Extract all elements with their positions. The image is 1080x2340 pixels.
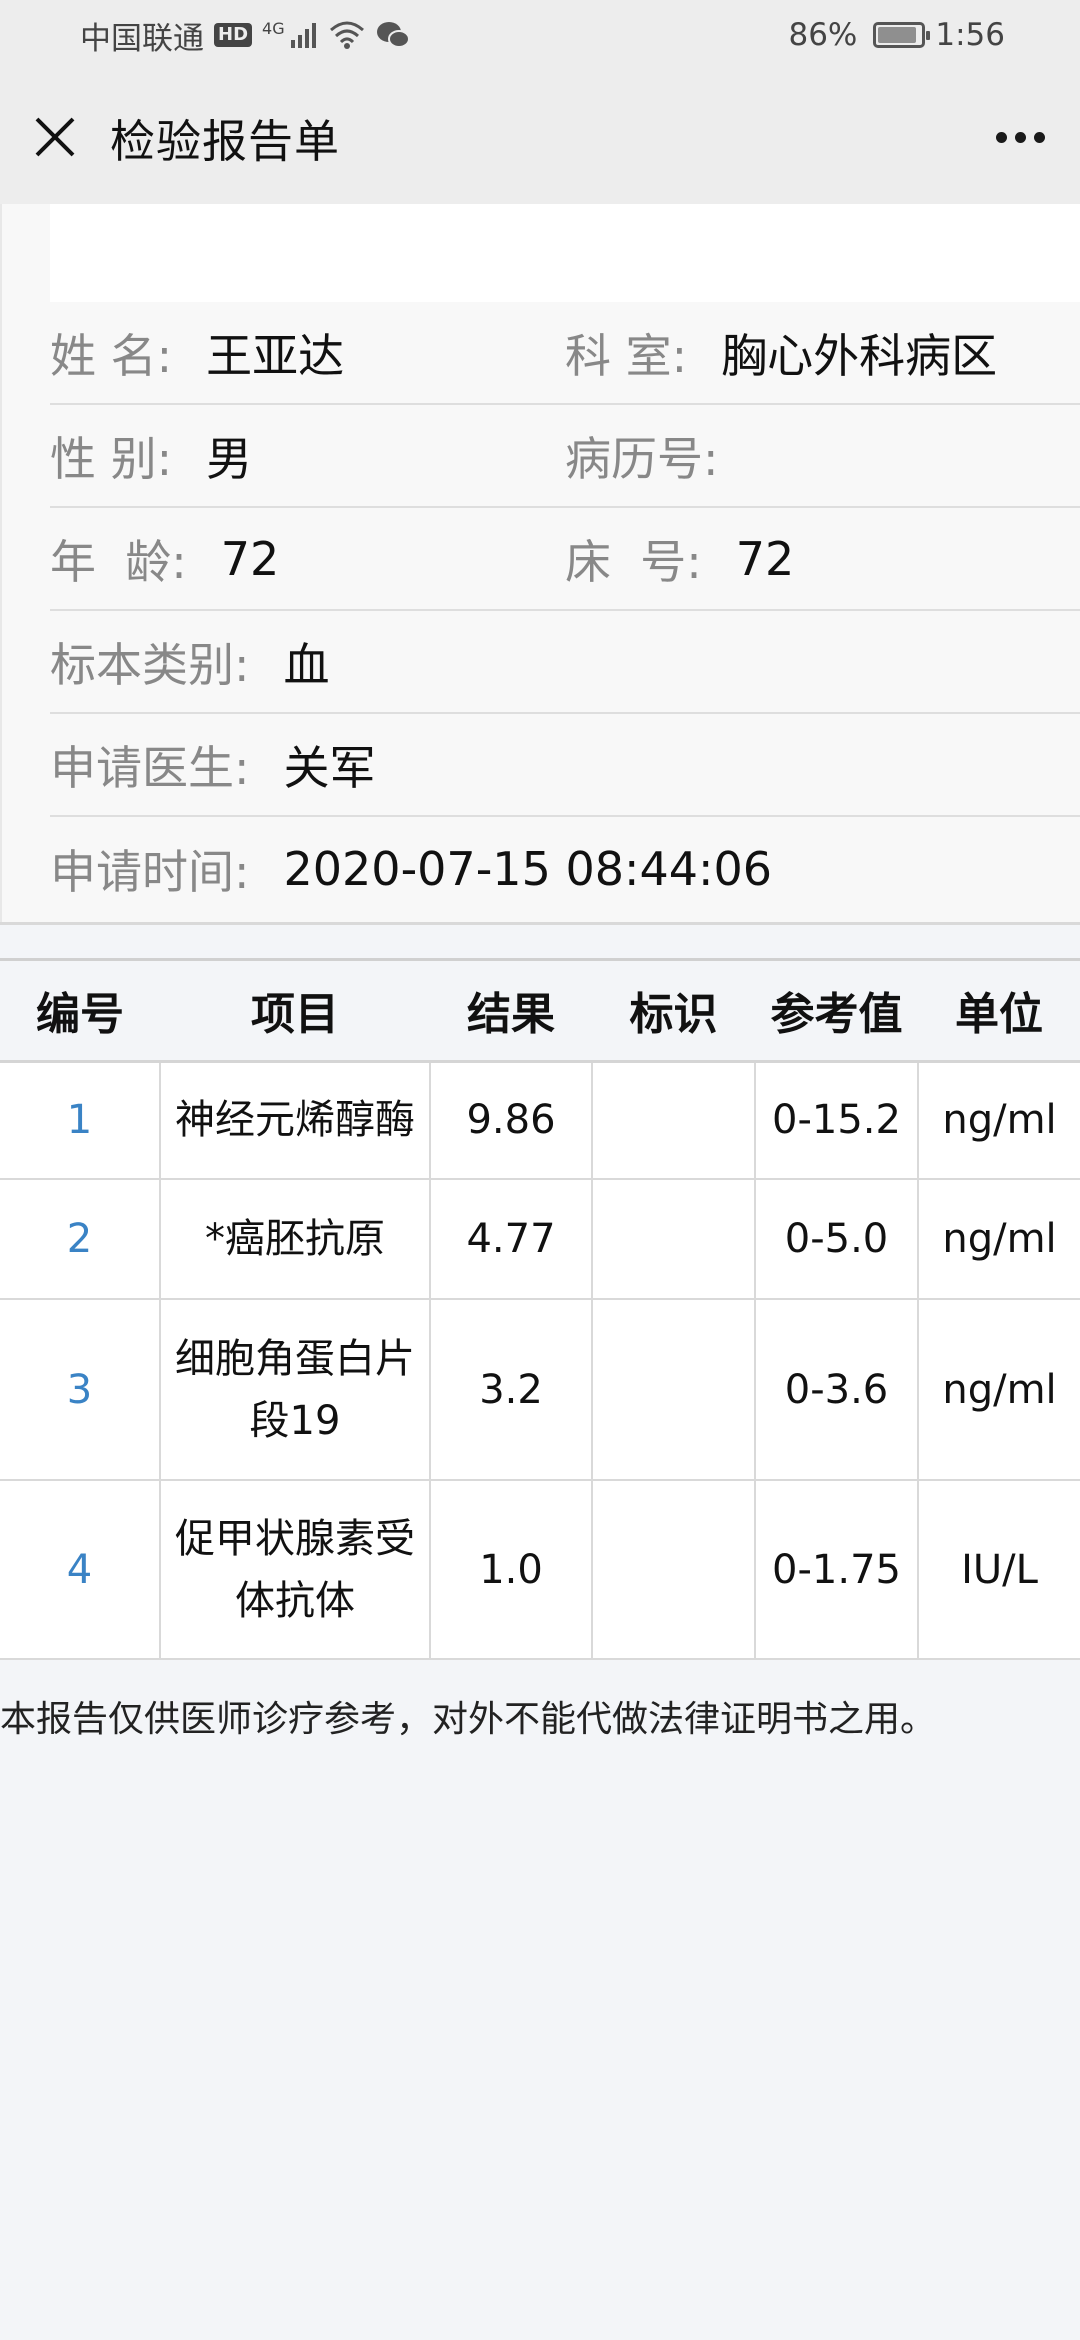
age-value: 72 xyxy=(220,531,280,586)
bed-value: 72 xyxy=(735,531,795,586)
row-result: 9.86 xyxy=(429,1061,593,1180)
info-row-age: 年 龄: 72 床 号: 72 xyxy=(50,508,1080,611)
table-row: 4 促甲状腺素受体抗体 1.0 0-1.75 IU/L xyxy=(0,1480,1080,1660)
more-dots-icon xyxy=(995,131,1007,143)
sex-label: 性 别: xyxy=(50,431,173,486)
header-ref: 参考值 xyxy=(755,961,918,1063)
time-label: 申请时间: xyxy=(50,844,250,899)
row-unit: ng/ml xyxy=(917,1061,1080,1180)
row-flag xyxy=(591,1480,756,1660)
info-row-sex: 性 别: 男 病历号: xyxy=(50,405,1080,508)
carrier-name: 中国联通 xyxy=(80,20,204,57)
name-label: 姓 名: xyxy=(50,328,173,383)
info-row-sample: 标本类别: 血 xyxy=(50,611,1080,714)
row-flag xyxy=(591,1299,756,1481)
row-item: 神经元烯醇酶 xyxy=(159,1061,431,1180)
row-ref: 0-5.0 xyxy=(754,1179,919,1300)
divider xyxy=(0,922,1080,925)
wifi-icon xyxy=(329,21,364,49)
status-bar: 中国联通 HD 4G 86% 1:56 xyxy=(0,0,1080,70)
row-number: 2 xyxy=(0,1179,161,1300)
row-item: 细胞角蛋白片段19 xyxy=(159,1299,431,1481)
info-row-name: 姓 名: 王亚达 科 室: 胸心外科病区 xyxy=(50,302,1080,405)
row-ref: 0-3.6 xyxy=(754,1299,919,1481)
battery-icon xyxy=(873,22,931,48)
close-button[interactable] xyxy=(0,70,110,204)
row-number: 4 xyxy=(0,1480,161,1660)
results-table: 编号 项目 结果 标识 参考值 单位 1 神经元烯醇酶 9.86 0-15.2 … xyxy=(0,961,1080,1660)
hd-badge: HD xyxy=(214,23,253,47)
info-row-time: 申请时间: 2020-07-15 08:44:06 xyxy=(50,817,1080,920)
row-unit: ng/ml xyxy=(917,1179,1080,1300)
header-flag: 标识 xyxy=(592,961,755,1063)
patient-info-panel: 姓 名: 王亚达 科 室: 胸心外科病区 性 别: 男 病历号: 年 龄: 72… xyxy=(0,204,1080,924)
row-number: 1 xyxy=(0,1061,161,1180)
row-result: 4.77 xyxy=(429,1179,593,1300)
row-ref: 0-1.75 xyxy=(754,1480,919,1660)
info-row-doctor: 申请医生: 关军 xyxy=(50,714,1080,817)
header-item: 项目 xyxy=(160,961,430,1063)
clock: 1:56 xyxy=(935,17,1005,53)
record-label: 病历号: xyxy=(565,431,719,486)
row-number: 3 xyxy=(0,1299,161,1481)
disclaimer-text: 本报告仅供医师诊疗参考，对外不能代做法律证明书之用。 xyxy=(0,1699,937,1740)
dept-value: 胸心外科病区 xyxy=(721,328,998,383)
row-result: 1.0 xyxy=(429,1480,593,1660)
network-type: 4G xyxy=(262,18,285,38)
row-flag xyxy=(591,1061,756,1180)
age-label: 年 龄: xyxy=(50,534,187,589)
sample-label: 标本类别: xyxy=(50,637,250,692)
row-result: 3.2 xyxy=(429,1299,593,1481)
row-item: *癌胚抗原 xyxy=(159,1179,431,1300)
doctor-label: 申请医生: xyxy=(50,740,250,795)
nav-bar: 检验报告单 xyxy=(0,70,1080,204)
row-item: 促甲状腺素受体抗体 xyxy=(159,1480,431,1660)
table-row: 2 *癌胚抗原 4.77 0-5.0 ng/ml xyxy=(0,1179,1080,1300)
row-ref: 0-15.2 xyxy=(754,1061,919,1180)
close-icon xyxy=(35,117,75,157)
header-result: 结果 xyxy=(430,961,592,1063)
wechat-icon xyxy=(376,22,410,48)
time-value: 2020-07-15 08:44:06 xyxy=(283,841,773,896)
more-button[interactable] xyxy=(960,70,1080,204)
table-header-row: 编号 项目 结果 标识 参考值 单位 xyxy=(0,961,1080,1063)
sex-value: 男 xyxy=(206,431,253,486)
battery-percent: 86% xyxy=(788,17,858,53)
sample-value: 血 xyxy=(283,637,330,692)
info-header-blank xyxy=(50,204,1080,302)
bed-label: 床 号: xyxy=(565,534,702,589)
row-flag xyxy=(591,1179,756,1300)
signal-icon xyxy=(290,23,316,48)
table-row: 1 神经元烯醇酶 9.86 0-15.2 ng/ml xyxy=(0,1061,1080,1180)
name-value: 王亚达 xyxy=(206,328,345,383)
table-row: 3 细胞角蛋白片段19 3.2 0-3.6 ng/ml xyxy=(0,1299,1080,1481)
header-unit: 单位 xyxy=(918,961,1080,1063)
row-unit: IU/L xyxy=(917,1480,1080,1660)
header-no: 编号 xyxy=(0,961,160,1063)
dept-label: 科 室: xyxy=(565,328,688,383)
page-title: 检验报告单 xyxy=(110,114,341,168)
doctor-value: 关军 xyxy=(283,740,376,795)
row-unit: ng/ml xyxy=(917,1299,1080,1481)
